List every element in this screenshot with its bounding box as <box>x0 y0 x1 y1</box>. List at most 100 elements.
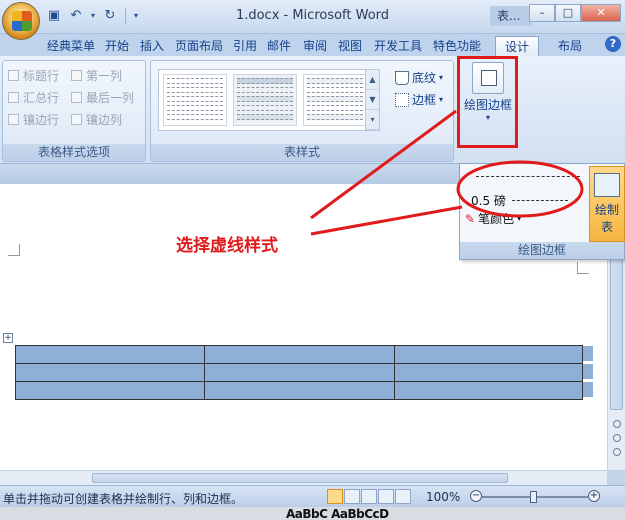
ribbon: 标题行 第一列 汇总行 最后一列 镶边行 镶边列 表格样式选项 ▲ ▼ ▾ 底纹 ▾ <box>0 56 625 164</box>
line-weight-preview <box>511 200 568 201</box>
shading-button[interactable]: 底纹 ▾ <box>395 69 443 86</box>
context-tab-title: 表... <box>490 6 532 26</box>
table-move-handle-icon[interactable]: + <box>3 333 13 343</box>
checkbox-label: 最后一列 <box>86 91 135 105</box>
table-style-light-shading[interactable] <box>233 74 297 126</box>
annotation-text: 选择虚线样式 <box>176 236 278 256</box>
checkbox-box <box>8 92 19 103</box>
pencil-icon: ✎ <box>465 211 476 226</box>
tab-classic-menu[interactable]: 经典菜单 <box>44 36 98 56</box>
tab-view[interactable]: 视图 <box>335 36 365 56</box>
office-logo-icon <box>12 11 32 31</box>
status-bar: 单击并拖动可创建表格并绘制行、列和边框。 100% − + <box>0 485 625 507</box>
prev-page-icon[interactable] <box>613 420 621 428</box>
tab-special-features[interactable]: 特色功能 <box>429 36 485 56</box>
print-layout-icon[interactable] <box>327 489 343 504</box>
browse-object-icon[interactable] <box>613 434 621 442</box>
tab-insert[interactable]: 插入 <box>136 36 168 56</box>
checkbox-label: 第一列 <box>86 69 123 83</box>
gallery-up-icon[interactable]: ▲ <box>366 70 379 90</box>
gallery-more-icon[interactable]: ▾ <box>366 110 379 130</box>
tab-home[interactable]: 开始 <box>101 36 133 56</box>
borders-button[interactable]: 边框 ▾ <box>395 91 443 108</box>
checkbox-box <box>71 70 82 81</box>
chevron-down-icon: ▾ <box>439 73 444 82</box>
title-bar: ▣ ↶ ▾ ↻ ▾ 1.docx - Microsoft Word 表... –… <box>0 0 625 40</box>
table-style-light-list[interactable] <box>303 74 367 126</box>
group-label: 表样式 <box>151 144 453 161</box>
table-styles-group: ▲ ▼ ▾ 底纹 ▾ 边框 ▾ 表样式 <box>150 60 454 162</box>
zoom-out-icon[interactable]: − <box>470 490 482 502</box>
next-page-icon[interactable] <box>613 448 621 456</box>
table-row-end <box>583 382 593 397</box>
checkbox-box <box>71 92 82 103</box>
tab-design[interactable]: 设计 <box>495 36 539 56</box>
checkbox-box <box>71 114 82 125</box>
draw-borders-dropdown: 0.5 磅 ✎ 笔颜色 ▾ 绘制表 绘图边框 <box>459 163 625 260</box>
checkbox-box <box>8 114 19 125</box>
checkbox-label: 标题行 <box>23 69 60 83</box>
word-table[interactable] <box>15 345 583 400</box>
pen-color-button[interactable]: ✎ 笔颜色 ▾ <box>465 210 521 227</box>
checkbox-header-row[interactable]: 标题行 <box>8 67 59 84</box>
horizontal-scrollbar[interactable] <box>0 470 607 485</box>
group-label: 绘图边框 <box>460 242 624 259</box>
tab-mailings[interactable]: 邮件 <box>264 36 294 56</box>
table-column-border <box>394 346 395 399</box>
draw-table-icon <box>594 173 620 197</box>
page-corner-mark <box>577 262 589 274</box>
web-layout-icon[interactable] <box>361 489 377 504</box>
zoom-in-icon[interactable]: + <box>588 490 600 502</box>
line-style-selector[interactable] <box>476 176 580 177</box>
help-icon[interactable]: ? <box>605 36 621 52</box>
table-column-border <box>204 346 205 399</box>
table-row-border <box>16 381 582 382</box>
tab-review[interactable]: 审阅 <box>300 36 330 56</box>
checkbox-label: 镶边行 <box>23 113 60 127</box>
office-button[interactable] <box>2 2 40 40</box>
styles-preview-text: AaBbC AaBbCcD <box>286 507 389 520</box>
checkbox-label: 汇总行 <box>23 91 60 105</box>
group-label: 表格样式选项 <box>3 144 145 161</box>
table-style-options-group: 标题行 第一列 汇总行 最后一列 镶边行 镶边列 表格样式选项 <box>2 60 146 162</box>
shading-label: 底纹 <box>412 71 437 85</box>
zoom-level[interactable]: 100% <box>426 490 460 504</box>
gallery-scroller[interactable]: ▲ ▼ ▾ <box>365 70 379 130</box>
outline-icon[interactable] <box>378 489 394 504</box>
gallery-down-icon[interactable]: ▼ <box>366 90 379 110</box>
full-screen-reading-icon[interactable] <box>344 489 360 504</box>
zoom-knob[interactable] <box>530 491 537 503</box>
table-row-border <box>16 363 582 364</box>
checkbox-banded-columns[interactable]: 镶边列 <box>71 111 122 128</box>
minimize-button[interactable]: – <box>529 4 555 22</box>
tab-page-layout[interactable]: 页面布局 <box>171 36 227 56</box>
table-style-plain[interactable] <box>163 74 227 126</box>
draw-table-button[interactable]: 绘制表 <box>589 166 625 242</box>
scroll-thumb[interactable] <box>92 473 508 483</box>
status-text: 单击并拖动可创建表格并绘制行、列和边框。 <box>3 492 244 506</box>
zoom-slider[interactable]: − + <box>470 490 600 503</box>
window-controls: – □ ✕ <box>529 4 621 22</box>
line-weight-selector[interactable]: 0.5 磅 <box>471 192 568 209</box>
background-window-strip: AaBbC AaBbCcD <box>0 507 625 520</box>
checkbox-label: 镶边列 <box>86 113 123 127</box>
close-button[interactable]: ✕ <box>581 4 621 22</box>
maximize-button[interactable]: □ <box>555 4 581 22</box>
border-grid-icon <box>395 92 409 107</box>
tab-references[interactable]: 引用 <box>230 36 260 56</box>
checkbox-first-column[interactable]: 第一列 <box>71 67 122 84</box>
draft-icon[interactable] <box>395 489 411 504</box>
checkbox-total-row[interactable]: 汇总行 <box>8 89 59 106</box>
table-row-end <box>583 346 593 361</box>
draw-table-label: 绘制表 <box>594 203 619 234</box>
tab-developer[interactable]: 开发工具 <box>370 36 426 56</box>
view-buttons <box>327 489 411 504</box>
line-weight-label: 0.5 磅 <box>471 194 506 208</box>
page-corner-mark <box>8 244 20 256</box>
paint-bucket-icon <box>395 70 409 85</box>
checkbox-box <box>8 70 19 81</box>
tab-layout[interactable]: 布局 <box>550 36 590 56</box>
checkbox-last-column[interactable]: 最后一列 <box>71 89 134 106</box>
checkbox-banded-rows[interactable]: 镶边行 <box>8 111 59 128</box>
ribbon-tabs: 经典菜单 开始 插入 页面布局 引用 邮件 审阅 视图 开发工具 特色功能 设计… <box>0 34 625 56</box>
